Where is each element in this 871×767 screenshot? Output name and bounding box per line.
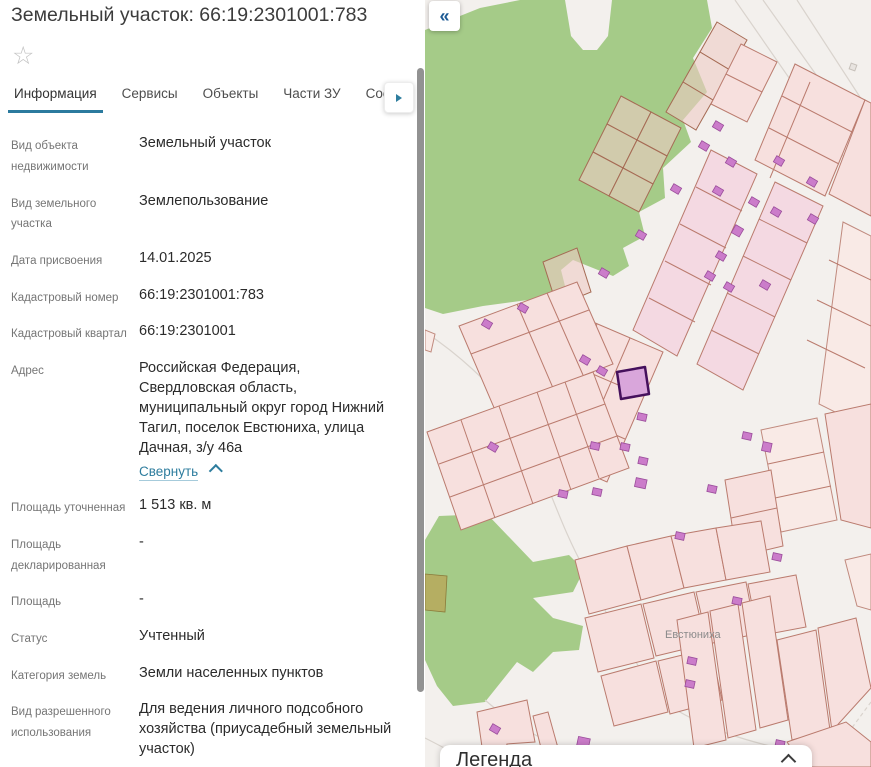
field-value: Земли населенных пунктов: [139, 664, 324, 681]
panel-scrollbar-thumb[interactable]: [417, 68, 424, 692]
map-canvas: Евстюниха: [425, 0, 871, 767]
field-value: 66:19:2301001: [139, 323, 236, 340]
field-value: Учтенный: [139, 627, 205, 644]
tabs-scroll-right-button[interactable]: [384, 82, 414, 114]
utility-marker: [848, 62, 858, 72]
field-row: Кадастровый номер 66:19:2301001:783: [11, 285, 393, 309]
chevron-up-icon: [208, 464, 224, 479]
field-row: Вид разрешенного использования Для ведени…: [11, 699, 393, 759]
legend-bar[interactable]: Легенда: [440, 745, 812, 767]
field-value: Земельный участок: [139, 135, 271, 152]
address-text: Российская Федерация, Свердловская облас…: [139, 360, 385, 457]
field-value: Землепользование: [139, 192, 269, 209]
attributes-list: Вид объекта недвижимости Земельный участо…: [0, 117, 425, 767]
object-info-panel: Земельный участок: 66:19:2301001:783 ☆ И…: [0, 0, 425, 767]
field-value: Российская Федерация, Свердловская облас…: [139, 358, 393, 482]
favorite-star-icon[interactable]: ☆: [12, 43, 42, 69]
cadastral-map[interactable]: Евстюниха « Легенда: [425, 0, 871, 767]
legend-title: Легенда: [456, 749, 533, 767]
field-value: 66:19:2301001:783: [139, 286, 264, 303]
field-row: Вид земельного участка Землепользование: [11, 191, 393, 235]
double-chevron-left-icon: «: [439, 5, 450, 26]
field-row: Вид объекта недвижимости Земельный участо…: [11, 133, 393, 177]
collapse-address-link[interactable]: Свернуть: [139, 464, 199, 481]
field-row: Категория земель Земли населенных пунктов: [11, 663, 393, 687]
field-value: -: [139, 591, 144, 608]
chevron-up-icon: [780, 753, 797, 767]
field-row: Площадь декларированная -: [11, 532, 393, 576]
tab-bar: Информация Сервисы Объекты Части ЗУ Сост…: [0, 82, 425, 117]
field-label: Дата присвоения: [11, 255, 103, 268]
tab-services[interactable]: Сервисы: [116, 86, 184, 113]
field-row: Дата присвоения 14.01.2025: [11, 248, 393, 272]
field-value: Для ведения личного подсобного хозяйства…: [139, 701, 392, 758]
tab-objects[interactable]: Объекты: [197, 86, 265, 113]
field-label: Площадь уточненная: [11, 502, 126, 515]
field-label: Кадастровый квартал: [11, 328, 127, 341]
field-value: -: [139, 533, 144, 550]
field-label: Кадастровый номер: [11, 291, 119, 304]
field-label: Категория земель: [11, 669, 107, 682]
page-title: Земельный участок: 66:19:2301001:783: [11, 4, 368, 26]
chevron-right-icon: [396, 93, 402, 102]
collapse-panel-button[interactable]: «: [429, 1, 460, 31]
field-row: Статус Учтенный: [11, 626, 393, 650]
field-row: Площадь уточненная 1 513 кв. м: [11, 495, 393, 519]
field-label: Площадь декларированная: [11, 538, 106, 572]
field-value: 1 513 кв. м: [139, 497, 212, 514]
tab-parcel-parts[interactable]: Части ЗУ: [277, 86, 346, 113]
field-row-address: Адрес Российская Федерация, Свердловская…: [11, 358, 393, 482]
field-row: Кадастровый квартал 66:19:2301001: [11, 321, 393, 345]
field-label: Площадь: [11, 596, 62, 609]
field-label: Вид объекта недвижимости: [11, 140, 89, 174]
selected-parcel[interactable]: [615, 365, 651, 401]
field-label: Адрес: [11, 365, 44, 378]
settlement-label: Евстюниха: [665, 629, 721, 641]
field-label: Статус: [11, 632, 48, 645]
forest-area: [425, 514, 584, 706]
field-value: 14.01.2025: [139, 250, 212, 267]
field-label: Вид разрешенного использования: [11, 706, 111, 739]
field-label: Вид земельного участка: [11, 197, 97, 231]
tab-information[interactable]: Информация: [8, 86, 103, 114]
meadow-patch: [425, 573, 448, 613]
field-row: Площадь -: [11, 589, 393, 613]
